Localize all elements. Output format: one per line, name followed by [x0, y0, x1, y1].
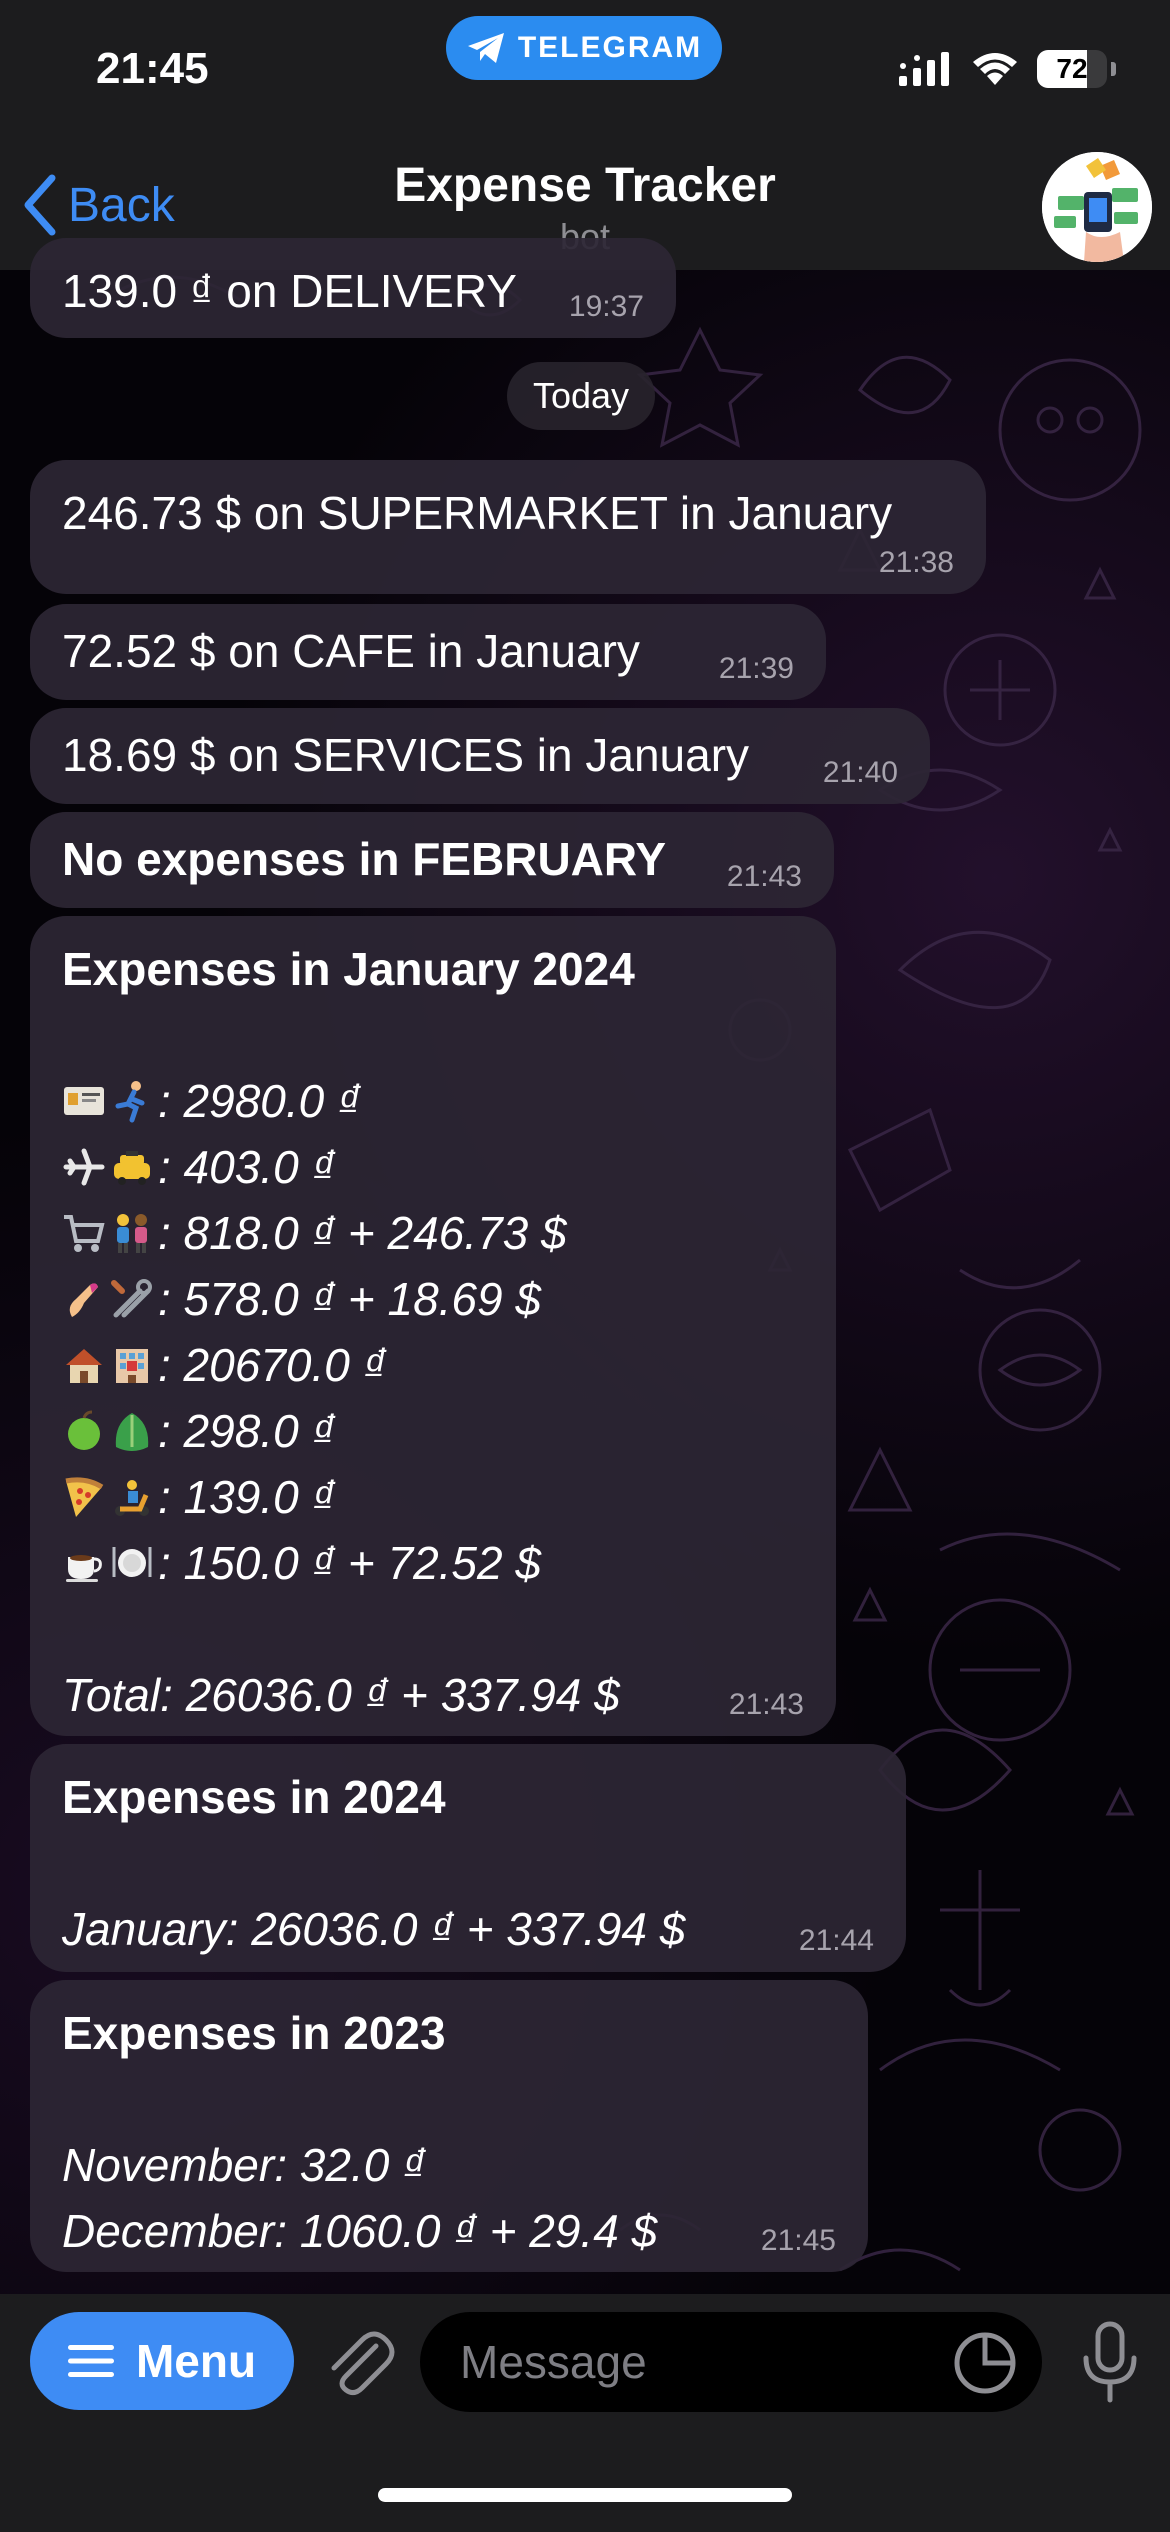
lettuce-icon — [115, 1413, 149, 1451]
message-time: 21:40 — [822, 756, 898, 789]
runner-icon — [115, 1081, 145, 1123]
category-row: : 139.0 ₫ — [62, 1464, 804, 1530]
category-row: : 818.0 ₫ + 246.73 $ — [62, 1200, 804, 1266]
message-bubble[interactable]: No expenses in FEBRUARY 21:43 — [30, 812, 834, 908]
couple-icon — [117, 1214, 147, 1253]
month-total: January: 26036.0 ₫ + 337.94 $ — [62, 1903, 686, 1955]
date-separator: Today — [507, 362, 655, 430]
summary-title: Expenses in 2023 — [62, 2007, 446, 2059]
message-time: 21:45 — [760, 2224, 836, 2257]
category-row: : 2980.0 ₫ — [62, 1068, 804, 1134]
house-icon — [66, 1349, 102, 1383]
category-row: : 578.0 ₫ + 18.69 $ — [62, 1266, 804, 1332]
sticker-icon[interactable] — [952, 2330, 1018, 2396]
message-time: 19:37 — [568, 290, 644, 323]
category-value: : 578.0 ₫ + 18.69 $ — [158, 1273, 541, 1325]
attach-icon[interactable] — [318, 2324, 398, 2404]
bot-avatar[interactable] — [1042, 152, 1152, 262]
menu-button[interactable]: Menu — [30, 2312, 294, 2410]
status-bar: 21:45 TELEGRAM 72 — [0, 0, 1170, 140]
message-time: 21:43 — [728, 1688, 804, 1721]
category-value: : 139.0 ₫ — [158, 1471, 336, 1523]
message-time: 21:39 — [718, 652, 794, 685]
id-card-icon — [64, 1087, 104, 1115]
category-value: : 818.0 ₫ + 246.73 $ — [158, 1207, 567, 1259]
status-time: 21:45 — [96, 44, 209, 93]
category-row: : 403.0 ₫ — [62, 1134, 804, 1200]
category-value: : 20670.0 ₫ — [158, 1339, 387, 1391]
category-row: : 298.0 ₫ — [62, 1398, 804, 1464]
message-text: 72.52 $ on CAFE in January — [62, 625, 640, 677]
nail-polish-icon — [69, 1283, 98, 1317]
battery-level: 72 — [1056, 53, 1088, 84]
year-summary-bubble[interactable]: Expenses in 2023 November: 32.0 ₫ Decemb… — [30, 1980, 868, 2272]
status-icons: 72 — [899, 50, 1116, 88]
wifi-icon — [973, 53, 1017, 85]
message-text: 18.69 $ on SERVICES in January — [62, 729, 750, 781]
telegram-pill-label: TELEGRAM — [517, 31, 703, 64]
apple-icon — [68, 1410, 100, 1450]
message-text: 139.0 ₫ on DELIVERY — [62, 265, 517, 317]
tools-icon — [111, 1279, 152, 1318]
month-total: November: 32.0 ₫ — [62, 2139, 426, 2191]
home-indicator — [378, 2488, 792, 2502]
category-value: : 2980.0 ₫ — [158, 1075, 361, 1127]
menu-label: Menu — [135, 2335, 257, 2387]
message-bubble[interactable]: 139.0 ₫ on DELIVERY 19:37 — [30, 238, 676, 338]
summary-title: Expenses in January 2024 — [62, 943, 635, 995]
microphone-icon[interactable] — [1070, 2320, 1150, 2404]
telegram-pill[interactable]: TELEGRAM — [446, 16, 722, 80]
message-time: 21:44 — [798, 1924, 874, 1957]
message-bubble[interactable]: 18.69 $ on SERVICES in January 21:40 — [30, 708, 930, 804]
hamburger-icon — [67, 2345, 114, 2377]
battery-tip — [1111, 62, 1116, 76]
message-input[interactable] — [420, 2312, 1042, 2412]
cellular-signal-icon — [899, 52, 949, 86]
message-time: 21:43 — [726, 860, 802, 893]
paper-plane-icon — [467, 33, 504, 63]
airplane-icon — [63, 1148, 105, 1186]
shopping-cart-icon — [64, 1215, 105, 1252]
message-bubble[interactable]: 246.73 $ on SUPERMARKET in January 21:38 — [30, 460, 986, 594]
month-total: December: 1060.0 ₫ + 29.4 $ — [62, 2205, 658, 2257]
hotel-icon — [116, 1349, 148, 1383]
category-value: : 403.0 ₫ — [158, 1141, 336, 1193]
category-value: : 298.0 ₫ — [158, 1405, 336, 1457]
category-row: : 20670.0 ₫ — [62, 1332, 804, 1398]
year-summary-bubble[interactable]: Expenses in 2024 January: 26036.0 ₫ + 33… — [30, 1744, 906, 1972]
category-row: : 150.0 ₫ + 72.52 $ — [62, 1530, 804, 1596]
scooter-icon — [115, 1480, 149, 1516]
expense-bot-avatar-icon — [1042, 152, 1152, 262]
message-bubble[interactable]: 72.52 $ on CAFE in January 21:39 — [30, 604, 826, 700]
summary-title: Expenses in 2024 — [62, 1771, 446, 1823]
message-text: No expenses in FEBRUARY — [62, 833, 667, 885]
composer-bar: Menu — [0, 2294, 1170, 2532]
summary-total: Total: 26036.0 ₫ + 337.94 $ — [62, 1669, 620, 1721]
battery-icon: 72 — [1037, 50, 1107, 88]
category-value: : 150.0 ₫ + 72.52 $ — [158, 1537, 541, 1589]
expense-summary-bubble[interactable]: Expenses in January 2024 : 2980.0 ₫ : 40… — [30, 916, 836, 1736]
coffee-icon — [66, 1555, 102, 1582]
plate-icon — [112, 1547, 152, 1577]
taxi-icon — [114, 1151, 150, 1185]
pizza-icon — [65, 1477, 104, 1517]
message-text: 246.73 $ on SUPERMARKET in January — [62, 487, 893, 539]
message-time: 21:38 — [878, 546, 954, 579]
chat-title[interactable]: Expense Tracker — [0, 158, 1170, 213]
